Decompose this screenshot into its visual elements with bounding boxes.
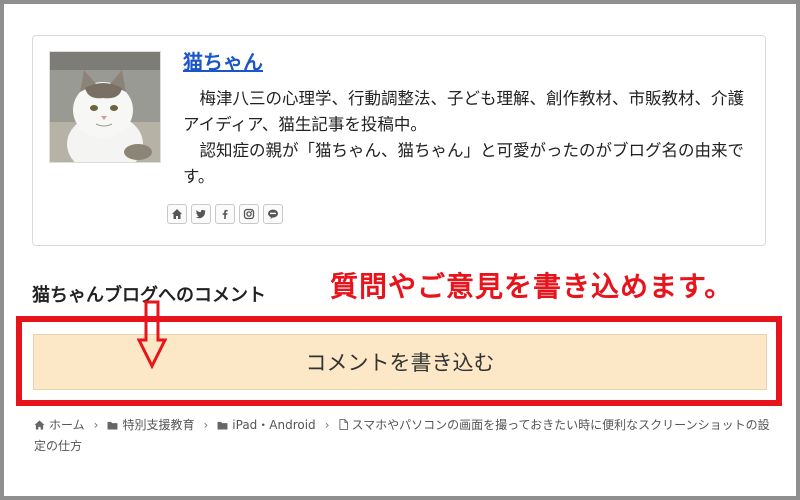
facebook-icon[interactable] bbox=[215, 204, 235, 224]
down-arrow-icon bbox=[137, 300, 167, 370]
twitter-icon[interactable] bbox=[191, 204, 211, 224]
chevron-right-icon: › bbox=[93, 418, 99, 432]
author-name-link[interactable]: 猫ちゃん bbox=[183, 46, 263, 75]
breadcrumb: ホーム › 特別支援教育 › iPad・Android › スマホやパソコンの画面を撮ってお… bbox=[34, 415, 774, 457]
breadcrumb-label: iPad・Android bbox=[232, 418, 316, 432]
line-icon[interactable] bbox=[263, 204, 283, 224]
author-bio-paragraph-2: 認知症の親が「猫ちゃん、猫ちゃん」と可愛がったのがブログ名の由来です。 bbox=[183, 141, 744, 186]
author-bio: 梅津八三の心理学、行動調整法、子ども理解、創作教材、市販教材、介護アイディア、猫… bbox=[183, 86, 753, 190]
home-icon bbox=[34, 420, 45, 430]
instagram-icon[interactable] bbox=[239, 204, 259, 224]
breadcrumb-item-special-education[interactable]: 特別支援教育 bbox=[107, 418, 194, 432]
chevron-right-icon: › bbox=[203, 418, 209, 432]
breadcrumb-label: 特別支援教育 bbox=[122, 418, 195, 432]
cat-photo-image bbox=[50, 52, 160, 162]
social-links bbox=[167, 204, 283, 224]
chevron-right-icon: › bbox=[324, 418, 330, 432]
author-profile-card: 猫ちゃん 梅津八三の心理学、行動調整法、子ども理解、創作教材、市販教材、介護アイ… bbox=[32, 35, 766, 246]
author-bio-paragraph-1: 梅津八三の心理学、行動調整法、子ども理解、創作教材、市販教材、介護アイディア、猫… bbox=[183, 89, 744, 134]
author-avatar[interactable] bbox=[49, 51, 161, 163]
folder-icon bbox=[217, 421, 228, 430]
file-icon bbox=[338, 419, 348, 430]
breadcrumb-label: ホーム bbox=[49, 418, 85, 432]
folder-icon bbox=[108, 421, 118, 430]
breadcrumb-item-ipad-android[interactable]: iPad・Android bbox=[217, 418, 316, 432]
callout-annotation: 質問やご意見を書き込めます。 bbox=[330, 270, 734, 303]
breadcrumb-item-home[interactable]: ホーム bbox=[34, 418, 85, 432]
home-icon[interactable] bbox=[167, 204, 187, 224]
